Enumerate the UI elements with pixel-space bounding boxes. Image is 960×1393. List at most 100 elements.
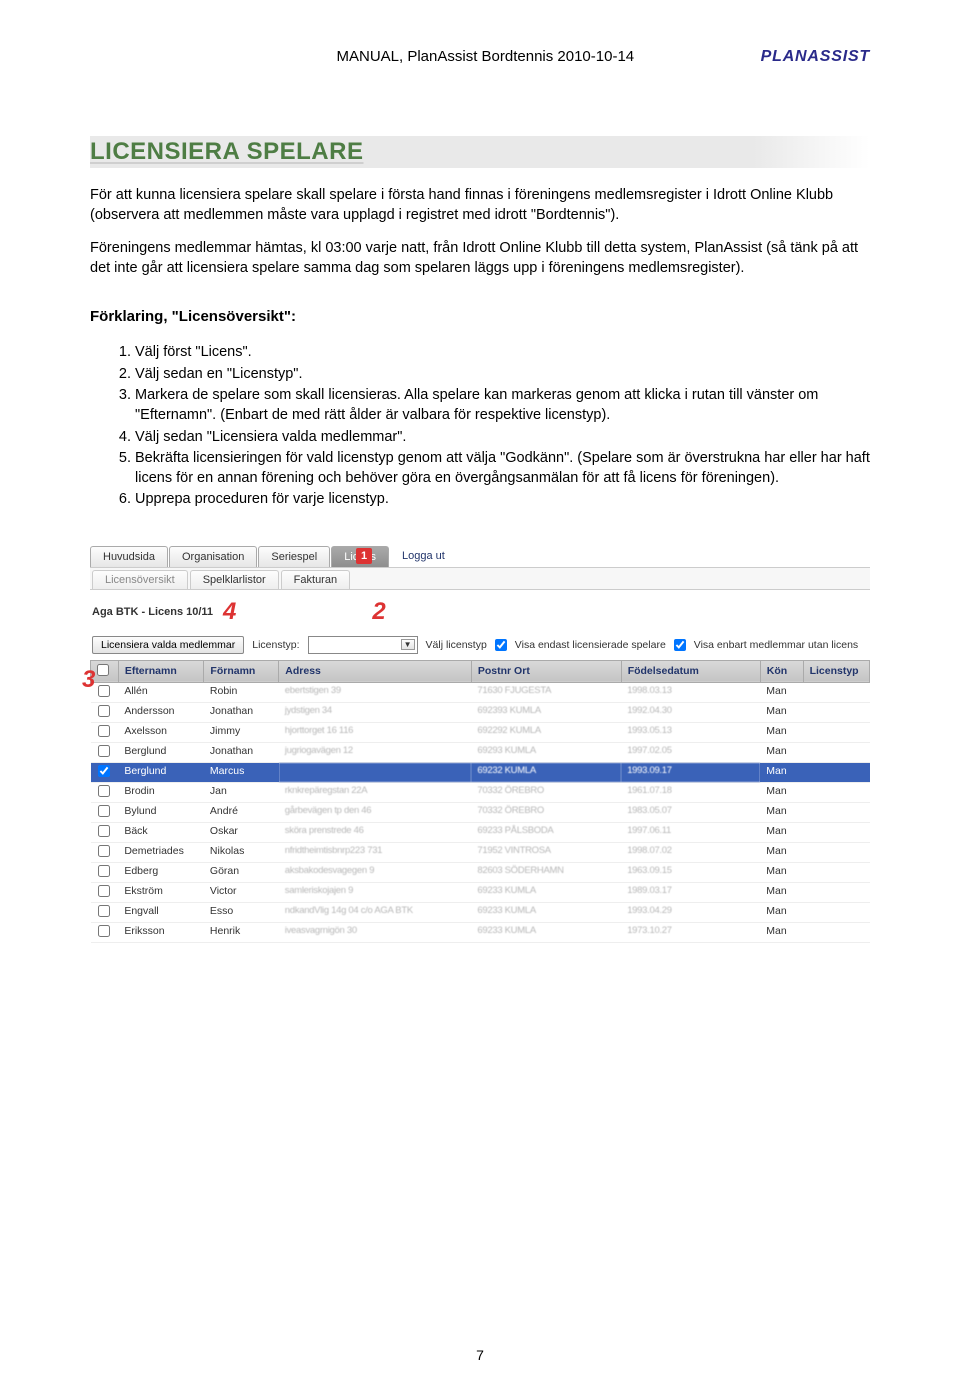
table-row[interactable]: BerglundMarcus69232 KUMLA1993.09.17Man bbox=[91, 762, 870, 782]
cell-licenstyp bbox=[803, 802, 869, 822]
cell-postnr-ort: 82603 SÖDERHAMN bbox=[471, 862, 621, 882]
cell-fodelsedatum: 1961.07.18 bbox=[621, 782, 760, 802]
sub-tabs: Licensöversikt Spelklarlistor Fakturan bbox=[90, 568, 870, 590]
th-fornamn[interactable]: Förnamn bbox=[204, 660, 279, 682]
members-table: Efternamn Förnamn Adress Postnr Ort Föde… bbox=[90, 660, 870, 943]
cell-fodelsedatum: 1993.09.17 bbox=[621, 762, 760, 782]
cell-postnr-ort: 692393 KUMLA bbox=[471, 702, 621, 722]
table-row[interactable]: DemetriadesNikolasnfridtheimtisbnrp223 7… bbox=[91, 842, 870, 862]
cell-efternamn: Bylund bbox=[118, 802, 204, 822]
cell-postnr-ort: 70332 ÖREBRO bbox=[471, 802, 621, 822]
row-checkbox[interactable] bbox=[98, 765, 110, 777]
cell-efternamn: Bäck bbox=[118, 822, 204, 842]
th-kon[interactable]: Kön bbox=[760, 660, 803, 682]
cell-efternamn: Ekström bbox=[118, 882, 204, 902]
cell-licenstyp bbox=[803, 882, 869, 902]
annotation-2: 2 bbox=[372, 598, 385, 626]
cell-efternamn: Berglund bbox=[118, 742, 204, 762]
table-row[interactable]: AllénRobinebertstigen 3971630 FJUGESTA19… bbox=[91, 682, 870, 702]
row-checkbox[interactable] bbox=[98, 705, 110, 717]
table-row[interactable]: BäckOskarsköra prenstrede 4669233 PÅLSBO… bbox=[91, 822, 870, 842]
cell-licenstyp bbox=[803, 822, 869, 842]
cell-postnr-ort: 69232 KUMLA bbox=[471, 762, 621, 782]
select-all-checkbox[interactable] bbox=[97, 664, 109, 676]
cell-postnr-ort: 69233 PÅLSBODA bbox=[471, 822, 621, 842]
subtab-licensoversikt[interactable]: Licensöversikt bbox=[92, 570, 188, 589]
tab-seriespel[interactable]: Seriespel bbox=[258, 546, 330, 567]
cell-postnr-ort: 69233 KUMLA bbox=[471, 902, 621, 922]
cell-fornamn: Jan bbox=[204, 782, 279, 802]
step-2: Välj sedan en "Licenstyp". bbox=[135, 365, 870, 385]
cell-kon: Man bbox=[760, 902, 803, 922]
row-checkbox[interactable] bbox=[98, 825, 110, 837]
cell-efternamn: Engvall bbox=[118, 902, 204, 922]
cell-postnr-ort: 71630 FJUGESTA bbox=[471, 682, 621, 702]
chk-visa-licensierade[interactable] bbox=[495, 639, 507, 651]
table-row[interactable]: ErikssonHenrikiveasvagrnigön 3069233 KUM… bbox=[91, 922, 870, 942]
cell-efternamn: Andersson bbox=[118, 702, 204, 722]
cell-kon: Man bbox=[760, 742, 803, 762]
cell-fodelsedatum: 1998.07.02 bbox=[621, 842, 760, 862]
cell-licenstyp bbox=[803, 722, 869, 742]
th-adress[interactable]: Adress bbox=[279, 660, 472, 682]
cell-kon: Man bbox=[760, 842, 803, 862]
row-checkbox[interactable] bbox=[98, 845, 110, 857]
step-5: Bekräfta licensieringen för vald licenst… bbox=[135, 449, 870, 488]
table-row[interactable]: AnderssonJonathanjydstigen 34692393 KUML… bbox=[91, 702, 870, 722]
subtab-fakturan[interactable]: Fakturan bbox=[281, 570, 350, 589]
cell-fornamn: André bbox=[204, 802, 279, 822]
step-6: Upprepa proceduren för varje licenstyp. bbox=[135, 490, 870, 510]
th-postnr-ort[interactable]: Postnr Ort bbox=[471, 660, 621, 682]
cell-fornamn: Jonathan bbox=[204, 742, 279, 762]
chk-visa-utan-licens-label: Visa enbart medlemmar utan licens bbox=[694, 639, 858, 651]
cell-adress: gårbevägen tp den 46 bbox=[279, 802, 472, 822]
row-checkbox[interactable] bbox=[98, 725, 110, 737]
cell-fodelsedatum: 1997.06.11 bbox=[621, 822, 760, 842]
th-fodelsedatum[interactable]: Födelsedatum bbox=[621, 660, 760, 682]
page-number: 7 bbox=[476, 1347, 484, 1363]
table-row[interactable]: BylundAndrégårbevägen tp den 4670332 ÖRE… bbox=[91, 802, 870, 822]
th-efternamn[interactable]: Efternamn bbox=[118, 660, 204, 682]
tab-logga-ut[interactable]: Logga ut bbox=[390, 546, 457, 567]
cell-fornamn: Robin bbox=[204, 682, 279, 702]
cell-efternamn: Axelsson bbox=[118, 722, 204, 742]
row-checkbox[interactable] bbox=[98, 865, 110, 877]
row-checkbox[interactable] bbox=[98, 785, 110, 797]
licensiera-button[interactable]: Licensiera valda medlemmar bbox=[92, 636, 244, 654]
cell-licenstyp bbox=[803, 922, 869, 942]
subtab-spelklarlistor[interactable]: Spelklarlistor bbox=[190, 570, 279, 589]
table-row[interactable]: BerglundJonathanjugriogavägen 1269293 KU… bbox=[91, 742, 870, 762]
table-row[interactable]: BrodinJanrknkrepäregstan 22A70332 ÖREBRO… bbox=[91, 782, 870, 802]
row-checkbox[interactable] bbox=[98, 905, 110, 917]
table-row[interactable]: EngvallEssondkandVlig 14g 04 c/o AGA BTK… bbox=[91, 902, 870, 922]
chk-visa-utan-licens[interactable] bbox=[674, 639, 686, 651]
cell-fornamn: Marcus bbox=[204, 762, 279, 782]
row-checkbox[interactable] bbox=[98, 925, 110, 937]
cell-fornamn: Jimmy bbox=[204, 722, 279, 742]
row-checkbox[interactable] bbox=[98, 745, 110, 757]
table-row[interactable]: EdbergGöranaksbakodesvagegen 982603 SÖDE… bbox=[91, 862, 870, 882]
cell-postnr-ort: 70332 ÖREBRO bbox=[471, 782, 621, 802]
tab-organisation[interactable]: Organisation bbox=[169, 546, 257, 567]
cell-efternamn: Allén bbox=[118, 682, 204, 702]
th-licenstyp[interactable]: Licenstyp bbox=[803, 660, 869, 682]
row-checkbox[interactable] bbox=[98, 885, 110, 897]
cell-licenstyp bbox=[803, 702, 869, 722]
cell-fodelsedatum: 1963.09.15 bbox=[621, 862, 760, 882]
table-row[interactable]: AxelssonJimmyhjorttorget 16 116692292 KU… bbox=[91, 722, 870, 742]
cell-adress: jugriogavägen 12 bbox=[279, 742, 472, 762]
cell-adress: nfridtheimtisbnrp223 731 bbox=[279, 842, 472, 862]
app-screenshot: 1 Huvudsida Organisation Seriespel Licen… bbox=[90, 546, 870, 943]
licenstyp-select[interactable]: ▼ bbox=[308, 636, 418, 654]
table-row[interactable]: EkströmVictorsamleriskojajen 969233 KUML… bbox=[91, 882, 870, 902]
tab-huvudsida[interactable]: Huvudsida bbox=[90, 546, 168, 567]
cell-fornamn: Henrik bbox=[204, 922, 279, 942]
cell-efternamn: Edberg bbox=[118, 862, 204, 882]
cell-licenstyp bbox=[803, 842, 869, 862]
row-checkbox[interactable] bbox=[98, 805, 110, 817]
row-checkbox[interactable] bbox=[98, 685, 110, 697]
cell-kon: Man bbox=[760, 882, 803, 902]
cell-fodelsedatum: 1992.04.30 bbox=[621, 702, 760, 722]
cell-kon: Man bbox=[760, 762, 803, 782]
cell-fornamn: Oskar bbox=[204, 822, 279, 842]
